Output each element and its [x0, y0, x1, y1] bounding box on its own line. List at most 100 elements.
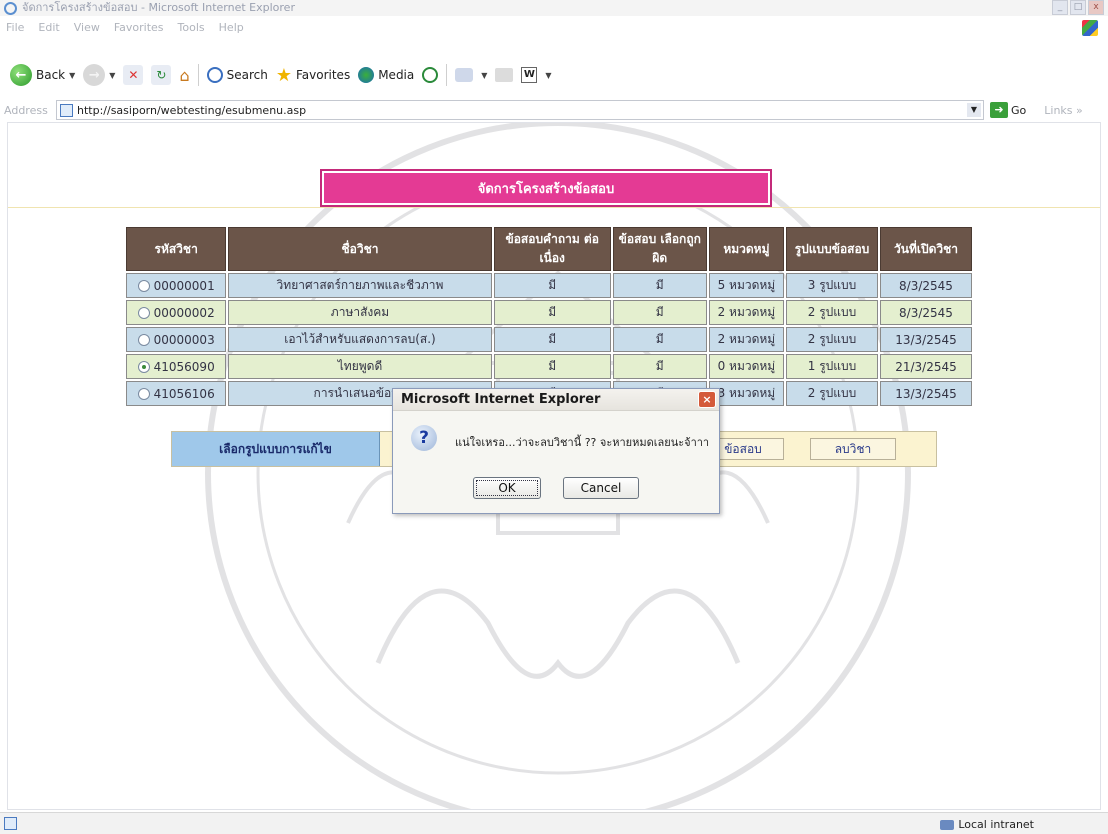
favorites-button[interactable]: ★ Favorites [276, 65, 350, 86]
ie-icon [4, 2, 17, 15]
date-value: 13/3/2545 [879, 381, 972, 406]
table-row: 00000001 วิทยาศาสตร์กายภาพและชีวภาพ มี ม… [126, 273, 972, 298]
windows-logo-icon [1082, 20, 1098, 36]
header-code: รหัสวิชา [126, 227, 227, 271]
subject-radio[interactable] [137, 388, 150, 400]
divider [8, 207, 1100, 208]
subject-code: 00000003 [153, 332, 215, 347]
table-row: 00000002 ภาษาสังคม มี มี 2 หมวดหมู่ 2 รู… [126, 300, 972, 325]
forward-button[interactable]: → ▼ [83, 64, 115, 86]
continuous-value: มี [493, 354, 611, 379]
subject-radio[interactable] [137, 280, 150, 292]
continuous-value: มี [493, 300, 611, 325]
truefalse-value: มี [612, 327, 707, 352]
minimize-button[interactable]: _ [1052, 0, 1068, 15]
window-title: จัดการโครงสร้างข้อสอบ - Microsoft Intern… [22, 1, 295, 14]
categories-value: 0 หมวดหมู่ [708, 354, 785, 379]
address-url: http://sasiporn/webtesting/esubmenu.asp [77, 103, 307, 117]
status-bar: Local intranet [0, 812, 1108, 834]
cancel-button[interactable]: Cancel [563, 477, 639, 499]
question-icon: ? [411, 425, 437, 451]
categories-value: 3 หมวดหมู่ [708, 381, 785, 406]
subject-radio-selected[interactable] [137, 361, 150, 373]
header-formats: รูปแบบข้อสอบ [786, 227, 878, 271]
truefalse-value: มี [612, 273, 707, 298]
toolbar: ← Back ▼ → ▼ ✕ ↻ ⌂ Search ★ Favorites Me… [0, 58, 1108, 92]
links-button[interactable]: Links » [1044, 104, 1082, 117]
menu-bar: File Edit View Favorites Tools Help [0, 18, 1108, 38]
mail-dropdown-icon[interactable]: ▼ [481, 71, 487, 80]
home-icon[interactable]: ⌂ [179, 66, 189, 85]
print-icon[interactable] [495, 68, 514, 82]
menu-file[interactable]: File [6, 18, 24, 38]
dialog-message: แน่ใจเหรอ...ว่าจะลบวิชานี้ ?? จะหายหมดเล… [455, 436, 710, 449]
subject-radio[interactable] [137, 307, 150, 319]
title-bar: จัดการโครงสร้างข้อสอบ - Microsoft Intern… [0, 0, 1108, 16]
subject-name: วิทยาศาสตร์กายภาพและชีวภาพ [228, 273, 492, 298]
media-button[interactable]: Media [358, 67, 414, 83]
ok-button[interactable]: OK [473, 477, 541, 499]
back-dropdown-icon[interactable]: ▼ [69, 71, 75, 80]
go-button[interactable]: ➜ Go [990, 102, 1026, 118]
table-header-row: รหัสวิชา ชื่อวิชา ข้อสอบคำถาม ต่อเนื่อง … [126, 227, 972, 271]
favorites-label: Favorites [295, 68, 351, 82]
forward-dropdown-icon[interactable]: ▼ [109, 71, 115, 80]
media-label: Media [378, 68, 415, 82]
edit-word-icon[interactable]: W [521, 67, 538, 83]
page-icon [60, 104, 73, 117]
date-value: 13/3/2545 [879, 327, 972, 352]
date-value: 8/3/2545 [879, 273, 972, 298]
media-icon [358, 67, 375, 83]
mail-icon[interactable] [455, 68, 474, 82]
dialog-close-icon[interactable]: × [698, 391, 716, 408]
address-input[interactable]: http://sasiporn/webtesting/esubmenu.asp … [56, 100, 984, 120]
menu-view[interactable]: View [74, 18, 100, 38]
close-window-button[interactable]: x [1088, 0, 1104, 15]
go-label: Go [1011, 103, 1027, 117]
subject-name: ภาษาสังคม [228, 300, 492, 325]
menu-edit[interactable]: Edit [38, 18, 59, 38]
header-categories: หมวดหมู่ [708, 227, 785, 271]
table-row: 00000003 เอาไว้สำหรับแสดงการลบ(ส.) มี มี… [126, 327, 972, 352]
toolbar-separator [446, 64, 448, 86]
menu-favorites[interactable]: Favorites [114, 18, 164, 38]
star-icon: ★ [275, 64, 292, 86]
subject-name: ไทยพูดดี [228, 354, 492, 379]
address-dropdown-icon[interactable]: ▼ [967, 103, 981, 117]
address-label: Address [4, 103, 48, 117]
forward-arrow-icon: → [83, 64, 106, 86]
back-label: Back [36, 68, 66, 82]
code-cell: 00000001 [126, 273, 227, 298]
menu-tools[interactable]: Tools [178, 18, 205, 38]
subject-name: เอาไว้สำหรับแสดงการลบ(ส.) [228, 327, 492, 352]
truefalse-value: มี [612, 354, 707, 379]
delete-subject-button[interactable]: ลบวิชา [810, 438, 896, 460]
window-controls: _ □ x [1052, 0, 1104, 15]
dialog-title-bar: Microsoft Internet Explorer × [393, 389, 719, 411]
zone-label: Local intranet [958, 818, 1034, 831]
header-name: ชื่อวิชา [228, 227, 492, 271]
subject-radio[interactable] [137, 334, 150, 346]
subject-code: 00000002 [153, 305, 215, 320]
edit-dropdown-icon[interactable]: ▼ [545, 71, 551, 80]
subject-code: 41056106 [153, 386, 215, 401]
stop-icon[interactable]: ✕ [123, 65, 144, 85]
continuous-value: มี [493, 327, 611, 352]
page-status-icon [4, 817, 17, 830]
confirm-dialog: Microsoft Internet Explorer × ? แน่ใจเหร… [392, 388, 720, 514]
page-title: จัดการโครงสร้างข้อสอบ [320, 169, 772, 207]
subjects-table: รหัสวิชา ชื่อวิชา ข้อสอบคำถาม ต่อเนื่อง … [124, 225, 974, 408]
truefalse-value: มี [612, 300, 707, 325]
formats-value: 2 รูปแบบ [786, 300, 878, 325]
categories-value: 2 หมวดหมู่ [708, 300, 785, 325]
history-icon[interactable] [422, 67, 439, 83]
select-format-button[interactable]: เลือกรูปแบบการแก้ไข [172, 432, 380, 466]
refresh-icon[interactable]: ↻ [151, 65, 172, 85]
formats-value: 2 รูปแบบ [786, 381, 878, 406]
date-value: 8/3/2545 [879, 300, 972, 325]
search-button[interactable]: Search [206, 67, 268, 83]
maximize-button[interactable]: □ [1070, 0, 1086, 15]
code-cell: 41056090 [126, 354, 227, 379]
menu-help[interactable]: Help [219, 18, 244, 38]
back-button[interactable]: ← Back ▼ [10, 64, 75, 86]
